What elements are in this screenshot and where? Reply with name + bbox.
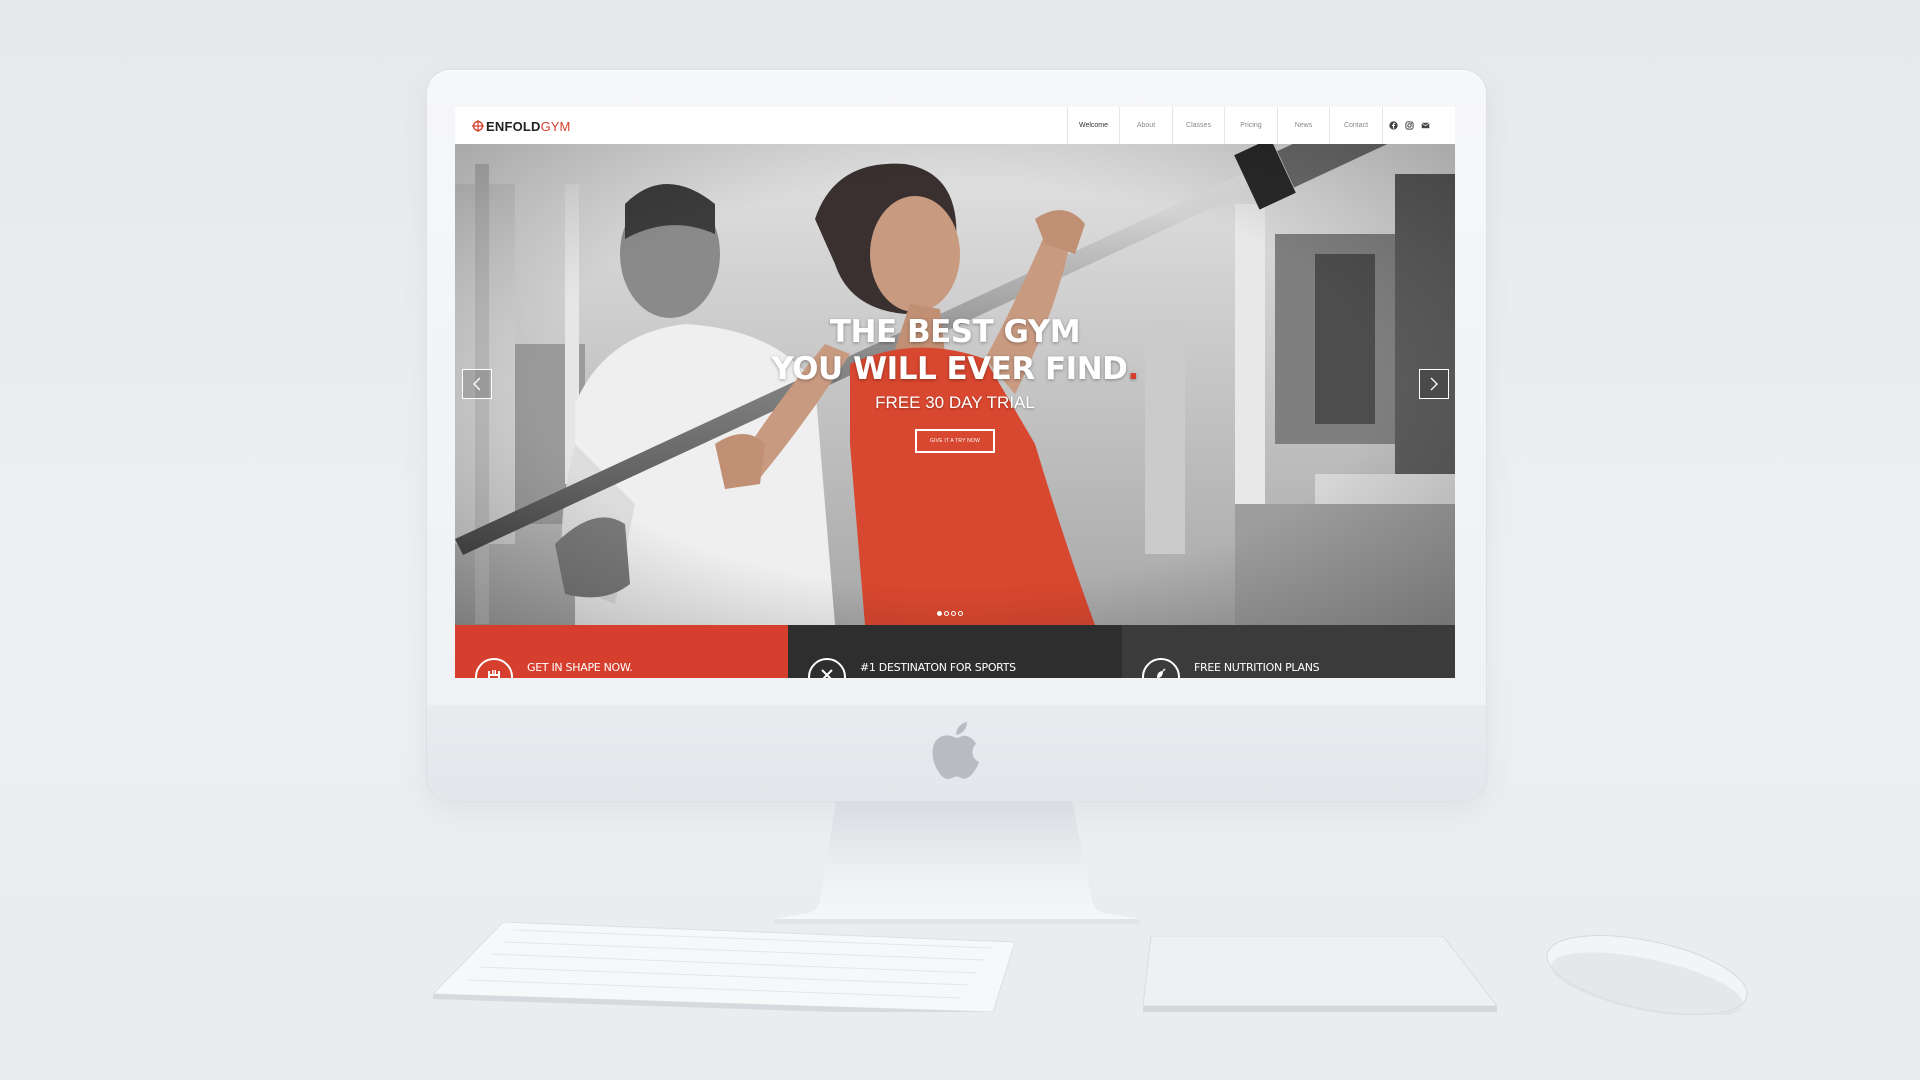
imac-stand [774,801,1140,924]
feature-block-sports[interactable]: #1 DESTINATON FOR SPORTS [788,625,1122,678]
facebook-icon[interactable] [1389,121,1398,130]
mail-icon[interactable] [1421,121,1430,130]
feature-block-shape[interactable]: GET IN SHAPE NOW. [455,625,788,678]
slider-dot-3[interactable] [951,611,956,616]
hero-headline-line2: YOU WILL EVER FIND [771,351,1128,387]
hero-slider: THE BEST GYM YOU WILL EVER FIND. FREE 30… [455,144,1455,625]
chevron-left-icon [473,377,481,391]
slider-dot-2[interactable] [944,611,949,616]
feature-title-sports: #1 DESTINATON FOR SPORTS [860,661,1016,674]
nav-item-about[interactable]: About [1119,107,1172,144]
site-logo[interactable]: ENFOLD GYM [472,118,570,134]
feature-title-shape: GET IN SHAPE NOW. [527,661,633,674]
feature-title-nutrition: FREE NUTRITION PLANS [1194,661,1320,674]
slider-dot-1[interactable] [937,611,942,616]
instagram-icon[interactable] [1405,121,1414,130]
hero-headline-line1: THE BEST GYM [829,314,1081,350]
social-links [1389,107,1430,144]
cta-button[interactable]: GIVE IT A TRY NOW [915,429,995,453]
nutrition-icon [1142,658,1180,678]
website-screen: ENFOLD GYM Welcome About Classes Pricing… [455,107,1455,678]
slider-next-button[interactable] [1419,369,1449,399]
keyboard [433,922,1015,1012]
feature-bar: GET IN SHAPE NOW. #1 DESTINATON FOR SPOR… [455,625,1455,678]
nav-item-contact[interactable]: Contact [1329,107,1383,144]
feature-block-nutrition[interactable]: FREE NUTRITION PLANS [1122,625,1455,678]
trackpad [1143,936,1497,1012]
logo-crosshair-icon [472,120,484,132]
header-bar: ENFOLD GYM Welcome About Classes Pricing… [455,107,1455,145]
slider-prev-button[interactable] [462,369,492,399]
nav-item-welcome[interactable]: Welcome [1067,107,1119,144]
mouse [1546,935,1748,1015]
nav-item-pricing[interactable]: Pricing [1224,107,1277,144]
tools-icon [808,658,846,678]
slider-dot-4[interactable] [958,611,963,616]
dumbbell-icon [475,658,513,678]
logo-text-primary: ENFOLD [486,118,541,134]
main-nav: Welcome About Classes Pricing News Conta… [1067,107,1383,144]
apple-logo-icon [932,722,979,779]
slider-pagination [937,611,963,616]
hero-headline-dot: . [1127,351,1139,387]
chevron-right-icon [1430,377,1438,391]
logo-text-secondary: GYM [540,118,571,134]
nav-item-news[interactable]: News [1277,107,1329,144]
hero-subline: FREE 30 DAY TRIAL [875,393,1035,412]
hero-headline: THE BEST GYM YOU WILL EVER FIND. [755,314,1155,388]
nav-item-classes[interactable]: Classes [1172,107,1224,144]
